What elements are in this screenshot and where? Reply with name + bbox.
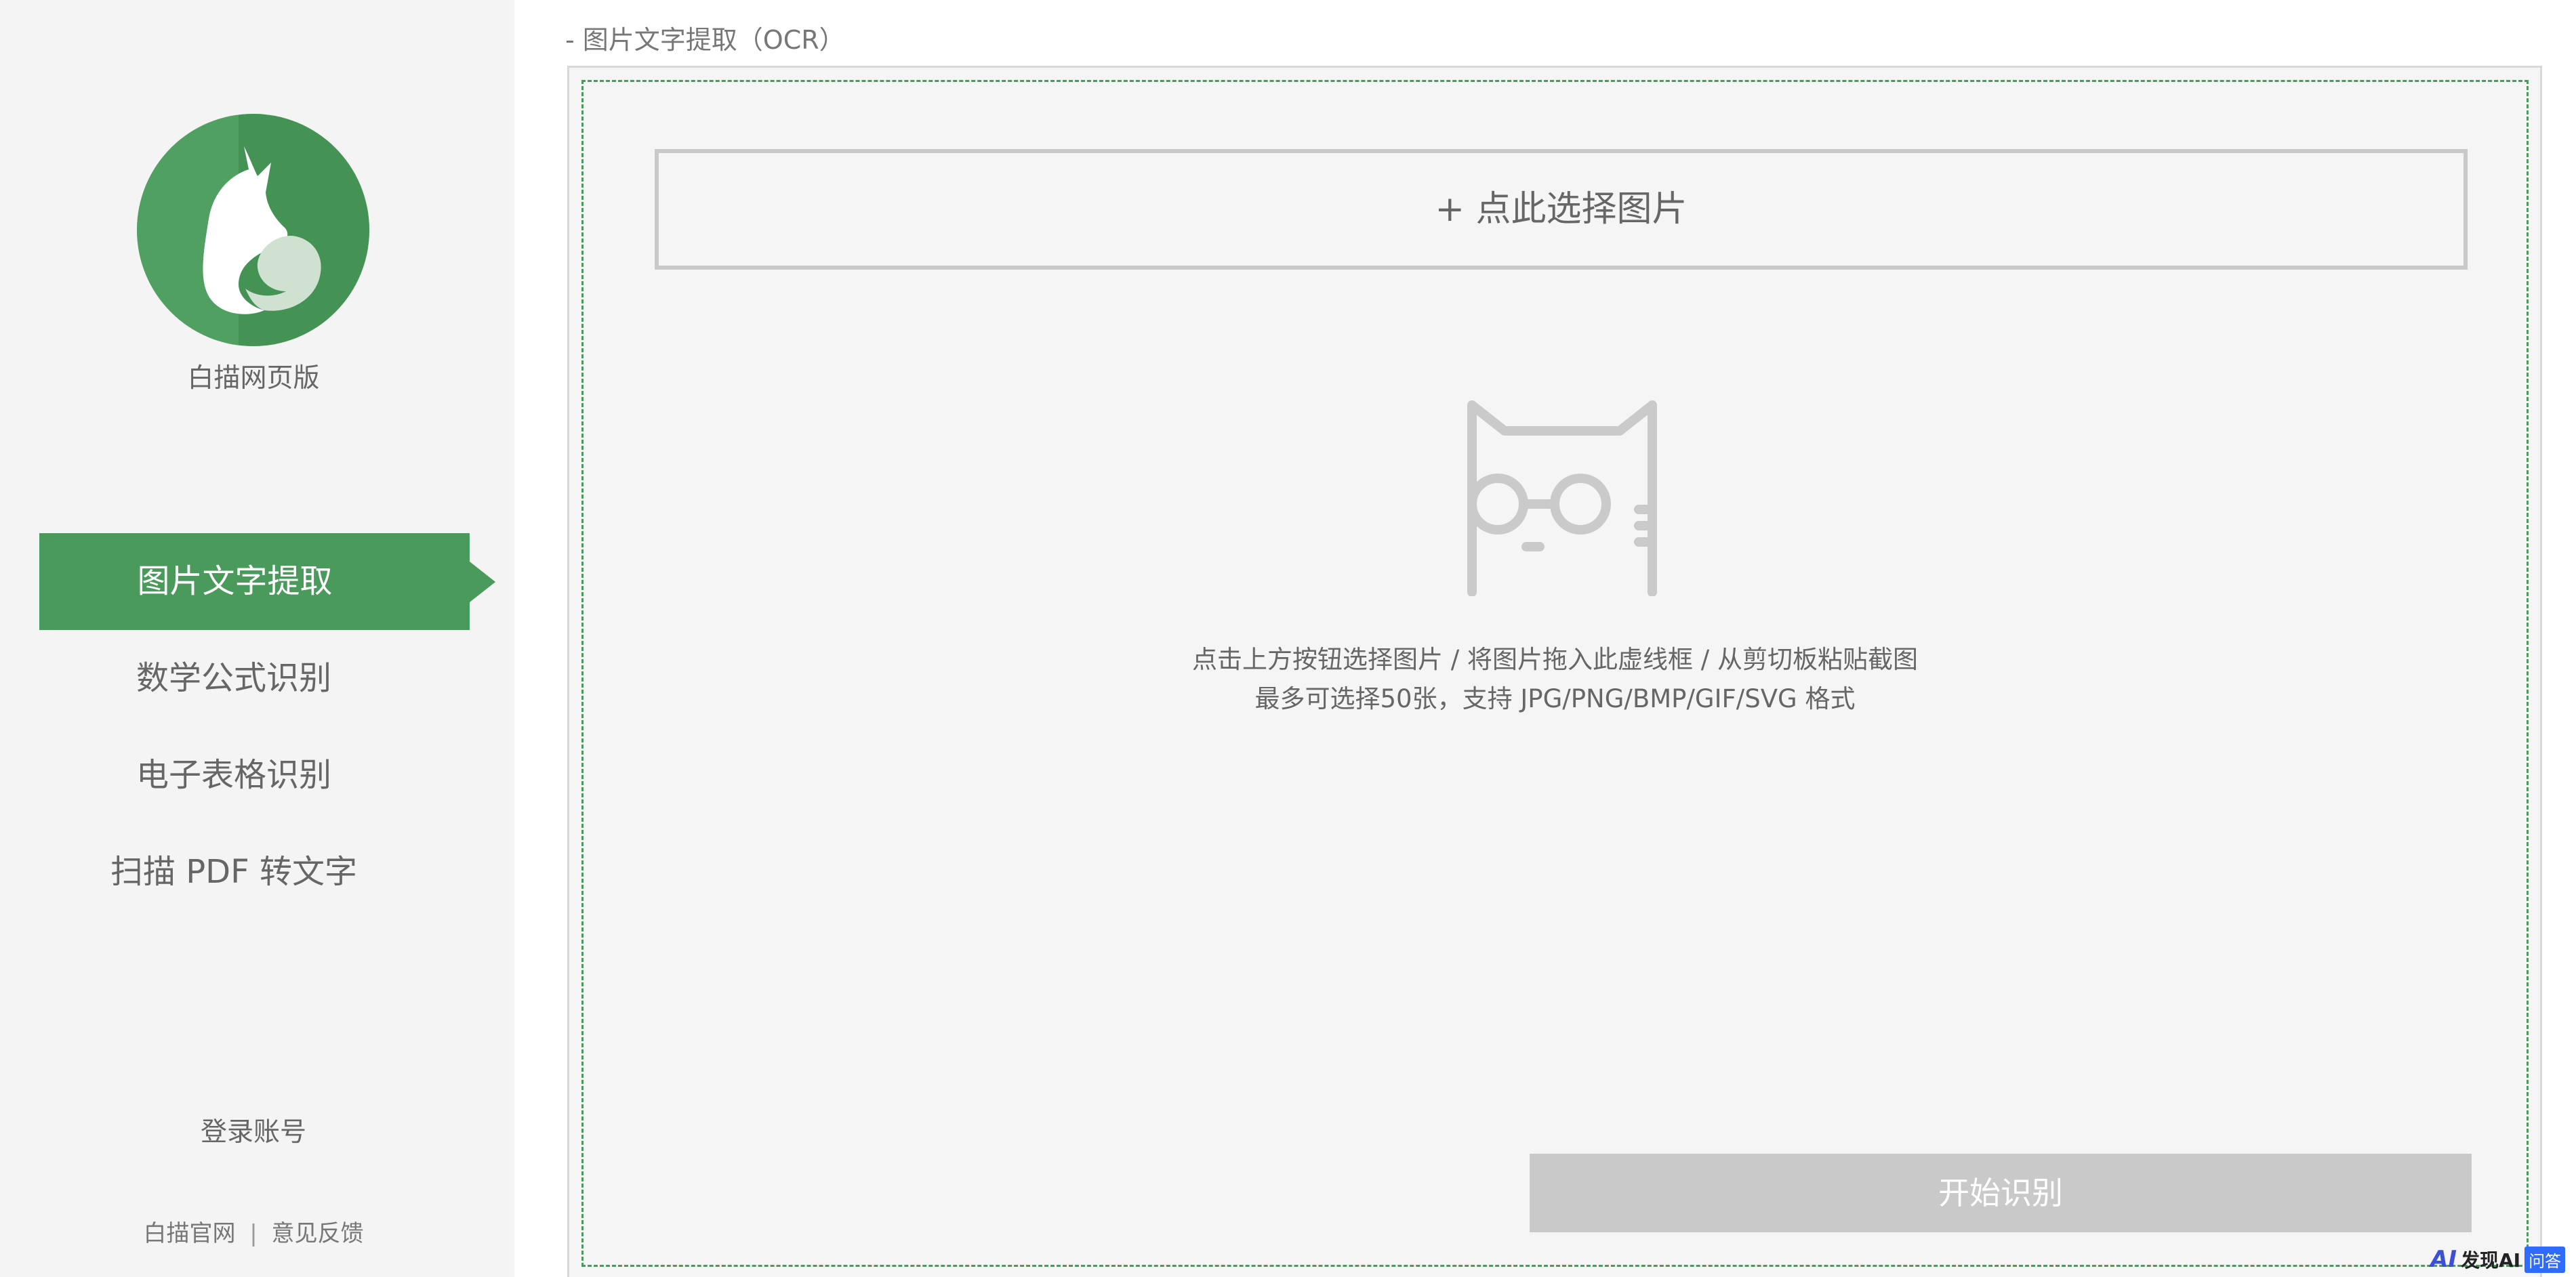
sidebar-item-label: 图片文字提取 xyxy=(137,562,333,600)
login-link[interactable]: 登录账号 xyxy=(0,1111,507,1149)
page-title: - 图片文字提取（OCR） xyxy=(565,25,845,55)
sidebar-nav: 图片文字提取 数学公式识别 电子表格识别 扫描 PDF 转文字 xyxy=(0,533,514,921)
sidebar-item-math-formula[interactable]: 数学公式识别 xyxy=(0,630,468,727)
sidebar-item-label: 电子表格识别 xyxy=(136,756,331,794)
footer-separator: | xyxy=(249,1220,258,1247)
upload-hint-formats: 最多可选择50张，支持 JPG/PNG/BMP/GIF/SVG 格式 xyxy=(1254,684,1856,713)
feedback-link[interactable]: 意见反馈 xyxy=(272,1220,364,1247)
sidebar: 白描网页版 图片文字提取 数学公式识别 电子表格识别 扫描 PDF 转文字 登录… xyxy=(0,0,514,1277)
app-logo-cat-icon xyxy=(137,114,369,346)
select-image-button[interactable]: + 点此选择图片 xyxy=(655,149,2468,270)
watermark-brand: 发现AI xyxy=(2460,1249,2521,1272)
cat-with-glasses-icon xyxy=(1450,396,1674,596)
ai-logo-icon: AI xyxy=(2430,1246,2457,1273)
image-drop-zone[interactable]: + 点此选择图片 点击上方按钮选择图片 / 将图片拖入此虚线框 / 从剪切板粘贴… xyxy=(581,80,2529,1267)
official-site-link[interactable]: 白描官网 xyxy=(143,1220,235,1247)
watermark-tag: 问答 xyxy=(2524,1246,2566,1273)
sidebar-item-label: 数学公式识别 xyxy=(136,659,331,697)
upload-hint-primary: 点击上方按钮选择图片 / 将图片拖入此虚线框 / 从剪切板粘贴截图 xyxy=(1192,645,1918,674)
sidebar-item-label: 扫描 PDF 转文字 xyxy=(110,853,358,891)
sidebar-item-pdf-to-text[interactable]: 扫描 PDF 转文字 xyxy=(0,824,468,921)
sidebar-item-spreadsheet[interactable]: 电子表格识别 xyxy=(0,727,468,824)
app-title: 白描网页版 xyxy=(187,363,320,394)
ocr-panel: + 点此选择图片 点击上方按钮选择图片 / 将图片拖入此虚线框 / 从剪切板粘贴… xyxy=(567,66,2542,1277)
watermark-badge: AI 发现AI 问答 xyxy=(2430,1245,2566,1274)
sidebar-footer: 白描官网 | 意见反馈 xyxy=(0,1215,507,1248)
start-recognition-button[interactable]: 开始识别 xyxy=(1530,1154,2472,1232)
sidebar-item-image-text-extraction[interactable]: 图片文字提取 xyxy=(39,533,495,630)
